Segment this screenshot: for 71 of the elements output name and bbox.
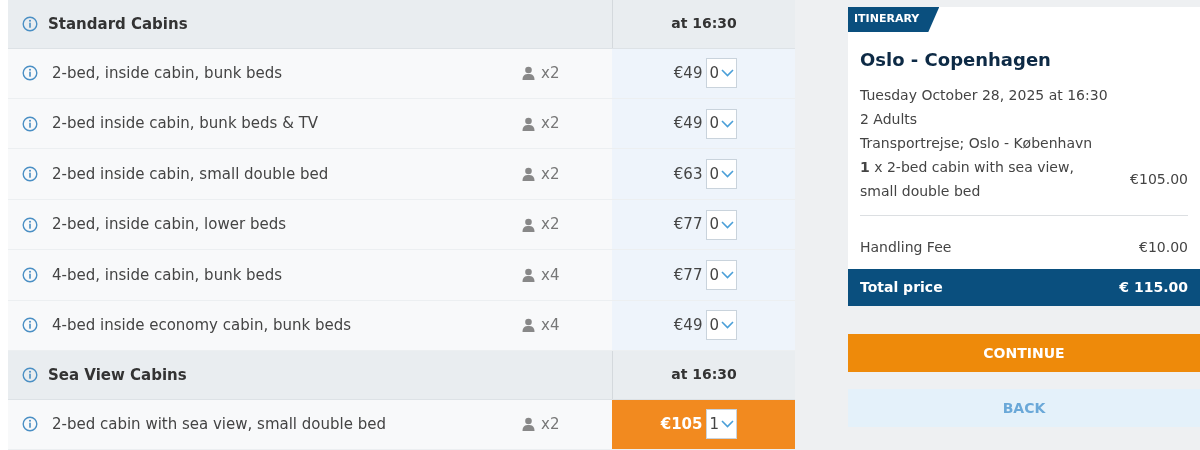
person-icon: [522, 167, 535, 182]
chevron-down-icon: [721, 119, 734, 128]
quantity-value: 1: [709, 414, 719, 436]
chevron-down-icon: [721, 69, 734, 78]
person-icon: [522, 267, 535, 282]
quantity-dropdown[interactable]: 0: [706, 259, 737, 290]
quantity-dropdown[interactable]: 0: [706, 310, 737, 341]
info-icon[interactable]: [22, 416, 38, 433]
cabin-name: 2-bed inside cabin, bunk beds & TV: [52, 113, 319, 135]
info-icon[interactable]: [22, 65, 38, 82]
capacity: x2: [541, 163, 560, 185]
cabin-name: 2-bed inside cabin, small double bed: [52, 163, 329, 185]
departure-date: Tuesday October 28, 2025 at 16:30: [860, 86, 1109, 105]
route-title: Oslo - Copenhagen: [860, 48, 1052, 72]
total-price: € 115.00: [1119, 278, 1188, 297]
person-icon: [522, 116, 535, 131]
person-icon: [522, 318, 535, 333]
info-icon[interactable]: [22, 166, 38, 183]
chevron-down-icon: [721, 270, 734, 279]
itinerary-tag: ITINERARY: [848, 7, 940, 32]
capacity: x4: [541, 264, 560, 286]
quantity-value: 0: [709, 214, 719, 236]
cabin-price: €49: [673, 62, 703, 84]
cabin-price: €63: [673, 163, 703, 185]
info-icon[interactable]: [22, 216, 38, 233]
info-icon[interactable]: [22, 266, 38, 283]
cabin-price: €105: [660, 414, 703, 436]
quantity-dropdown[interactable]: 0: [706, 209, 737, 240]
person-icon: [522, 217, 535, 232]
cabin-name: 4-bed inside economy cabin, bunk beds: [52, 315, 351, 337]
chevron-down-icon: [721, 321, 734, 330]
quantity-dropdown[interactable]: 0: [706, 58, 737, 89]
capacity: x2: [541, 414, 560, 436]
cabin-name: 2-bed, inside cabin, lower beds: [52, 214, 286, 236]
quantity-dropdown[interactable]: 1: [706, 409, 737, 440]
chevron-down-icon: [721, 420, 734, 429]
info-icon[interactable]: [22, 366, 38, 383]
cabin-name: 2-bed cabin with sea view, small double bed: [52, 414, 386, 436]
total-label: Total price: [860, 278, 943, 297]
cabin-name: 4-bed, inside cabin, bunk beds: [52, 264, 283, 286]
fee-label: Handling Fee: [860, 238, 952, 257]
trip-name: Transportrejse; Oslo - København: [860, 134, 1094, 153]
chevron-down-icon: [721, 220, 734, 229]
cabin-name: 2-bed, inside cabin, bunk beds: [52, 62, 283, 84]
person-icon: [522, 417, 535, 432]
section-title: Sea View Cabins: [48, 364, 187, 386]
info-icon[interactable]: [22, 115, 38, 132]
cabin-price: €49: [673, 315, 703, 337]
cabin-price: €49: [673, 113, 703, 135]
quantity-value: 0: [709, 315, 719, 337]
quantity-value: 0: [709, 62, 719, 84]
capacity: x4: [541, 315, 560, 337]
item-price: €105.00: [1130, 170, 1188, 189]
section-title: Standard Cabins: [48, 13, 188, 35]
capacity: x2: [541, 62, 560, 84]
item-description: 1 x 2-bed cabin with sea view, small double bed: [860, 158, 1075, 201]
fee-price: €10.00: [1139, 238, 1188, 257]
quantity-dropdown[interactable]: 0: [706, 159, 737, 190]
chevron-down-icon: [721, 170, 734, 179]
info-icon[interactable]: [22, 317, 38, 334]
person-icon: [522, 66, 535, 81]
quantity-value: 0: [709, 163, 719, 185]
quantity-value: 0: [709, 264, 719, 286]
passengers: 2 Adults: [860, 110, 919, 129]
capacity: x2: [541, 214, 560, 236]
cabin-price: €77: [673, 214, 703, 236]
info-icon[interactable]: [22, 15, 38, 32]
cabin-price: €77: [673, 264, 703, 286]
quantity-dropdown[interactable]: 0: [706, 108, 737, 139]
quantity-value: 0: [709, 113, 719, 135]
capacity: x2: [541, 113, 560, 135]
